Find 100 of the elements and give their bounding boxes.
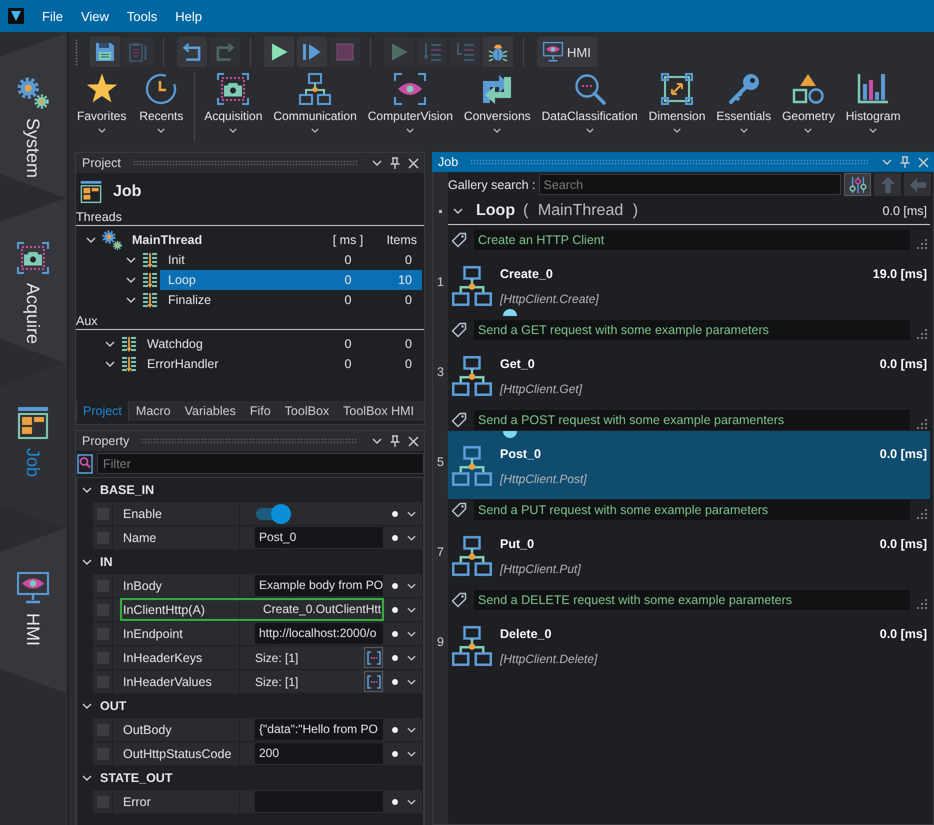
caret-icon[interactable] xyxy=(407,510,416,516)
step-button[interactable] xyxy=(297,37,327,67)
dot-icon[interactable] xyxy=(392,678,398,684)
tool-step[interactable]: Create_0 [HttpClient.Create] 19.0 [ms] xyxy=(448,251,930,319)
chevron-down-icon[interactable] xyxy=(86,237,96,243)
pin-icon[interactable] xyxy=(390,157,400,169)
category-button[interactable]: Geometry xyxy=(777,73,840,150)
dot-icon[interactable] xyxy=(392,534,398,540)
category-button[interactable]: Acquisition xyxy=(199,73,268,150)
chevron-down-icon[interactable] xyxy=(105,361,115,367)
pin-icon[interactable] xyxy=(390,435,400,447)
menu-item[interactable]: Help xyxy=(166,4,212,28)
panel-tab[interactable]: Variables xyxy=(178,401,243,421)
tree-row[interactable]: Finalize 0 0 xyxy=(160,290,422,310)
category-button[interactable]: Histogram xyxy=(840,73,906,150)
input-port-icon[interactable] xyxy=(503,431,517,438)
tool-step[interactable]: Get_0 [HttpClient.Get] 0.0 [ms] xyxy=(448,341,930,409)
array-edit-button[interactable] xyxy=(364,647,383,668)
side-tab[interactable]: HMI xyxy=(0,528,66,693)
dot-icon[interactable] xyxy=(392,582,398,588)
resize-grip-icon[interactable] xyxy=(917,509,927,519)
side-tab[interactable]: Job xyxy=(0,363,66,528)
chevron-down-icon[interactable] xyxy=(453,208,463,214)
chevron-down-icon[interactable] xyxy=(105,341,115,347)
chevron-down-icon[interactable] xyxy=(82,559,92,565)
drag-handle[interactable] xyxy=(470,159,868,165)
toggle-switch[interactable] xyxy=(255,504,291,524)
tree-row[interactable]: MainThread [ ms ] Items xyxy=(124,230,422,250)
resize-grip-icon[interactable] xyxy=(917,329,927,339)
search-field[interactable]: Search xyxy=(538,174,841,195)
value-field[interactable]: Create_0.OutClientHtt xyxy=(255,599,383,620)
menu-item[interactable]: Tools xyxy=(118,4,166,28)
caret-icon[interactable] xyxy=(407,606,416,612)
chevron-down-icon[interactable] xyxy=(82,703,92,709)
chevron-down-icon[interactable] xyxy=(126,297,136,303)
tree-row[interactable]: Init 0 0 xyxy=(160,250,422,270)
dot-icon[interactable] xyxy=(392,630,398,636)
close-icon[interactable] xyxy=(408,158,419,168)
filter-field[interactable]: Filter xyxy=(97,453,424,474)
dot-icon[interactable] xyxy=(392,654,398,660)
category-button[interactable]: Dimension xyxy=(644,73,710,150)
chevron-down-icon[interactable] xyxy=(126,277,136,283)
panel-tab[interactable]: ToolBox xyxy=(278,401,336,421)
side-tab[interactable]: System xyxy=(0,33,66,198)
value-field[interactable]: 200 xyxy=(255,743,383,764)
chevron-down-icon[interactable] xyxy=(126,257,136,263)
drag-handle[interactable] xyxy=(132,160,358,166)
undo-button[interactable] xyxy=(177,37,207,67)
caret-icon[interactable] xyxy=(407,678,416,684)
resize-grip-icon[interactable] xyxy=(917,239,927,249)
tool-step[interactable]: Post_0 [HttpClient.Post] 0.0 [ms] xyxy=(448,431,930,499)
value-field[interactable]: Post_0 xyxy=(255,527,383,548)
tree-row[interactable]: Loop 0 10 xyxy=(160,270,422,290)
dot-icon[interactable] xyxy=(392,510,398,516)
panel-tab[interactable]: Project xyxy=(76,401,129,421)
dot-icon[interactable] xyxy=(392,606,398,612)
save-button[interactable] xyxy=(90,37,120,67)
caret-icon[interactable] xyxy=(407,750,416,756)
resize-grip-icon[interactable] xyxy=(917,419,927,429)
menu-item[interactable]: View xyxy=(72,4,118,28)
caret-icon[interactable] xyxy=(407,630,416,636)
tool-step[interactable]: Put_0 [HttpClient.Put] 0.0 [ms] xyxy=(448,521,930,589)
value-field[interactable]: http://localhost:2000/o xyxy=(255,623,383,644)
caret-icon[interactable] xyxy=(372,438,382,444)
value-field[interactable]: {"data":"Hello from PO xyxy=(255,719,383,740)
category-button[interactable]: ComputerVision xyxy=(362,73,458,150)
panel-tab[interactable]: ToolBox HMI xyxy=(336,401,422,421)
caret-icon[interactable] xyxy=(407,798,416,804)
tree-row[interactable]: ErrorHandler 0 0 xyxy=(139,354,422,374)
debug-button[interactable] xyxy=(483,37,513,67)
category-button[interactable]: Communication xyxy=(268,73,362,150)
panel-tab[interactable]: Macro xyxy=(128,401,178,421)
dot-icon[interactable] xyxy=(392,798,398,804)
toolbar-grip[interactable] xyxy=(75,39,78,65)
tool-step[interactable]: Delete_0 [HttpClient.Delete] 0.0 [ms] xyxy=(448,611,930,679)
panel-tab[interactable]: Fifo xyxy=(242,401,278,421)
caret-icon[interactable] xyxy=(407,654,416,660)
drag-handle[interactable] xyxy=(141,438,358,444)
category-button[interactable]: DataClassification xyxy=(536,73,643,150)
caret-icon[interactable] xyxy=(407,582,416,588)
caret-icon[interactable] xyxy=(407,534,416,540)
chevron-down-icon[interactable] xyxy=(82,487,92,493)
output-port-icon[interactable] xyxy=(503,309,517,316)
tree-row[interactable]: Watchdog 0 0 xyxy=(139,334,422,354)
caret-icon[interactable] xyxy=(372,160,382,166)
category-button[interactable]: Conversions xyxy=(458,73,536,150)
resize-grip-icon[interactable] xyxy=(917,599,927,609)
run-button[interactable] xyxy=(264,37,294,67)
value-field[interactable]: Example body from PO xyxy=(255,575,383,596)
category-button[interactable]: Recents xyxy=(132,73,190,150)
filter-button[interactable] xyxy=(844,173,871,196)
dot-icon[interactable] xyxy=(392,726,398,732)
hmi-button[interactable]: HMI xyxy=(537,37,597,67)
category-button[interactable]: Essentials xyxy=(711,73,776,150)
array-edit-button[interactable] xyxy=(364,671,383,692)
caret-icon[interactable] xyxy=(407,726,416,732)
chevron-down-icon[interactable] xyxy=(82,775,92,781)
category-button[interactable]: Favorites xyxy=(72,73,132,150)
menu-item[interactable]: File xyxy=(33,4,72,28)
close-icon[interactable] xyxy=(408,436,419,446)
